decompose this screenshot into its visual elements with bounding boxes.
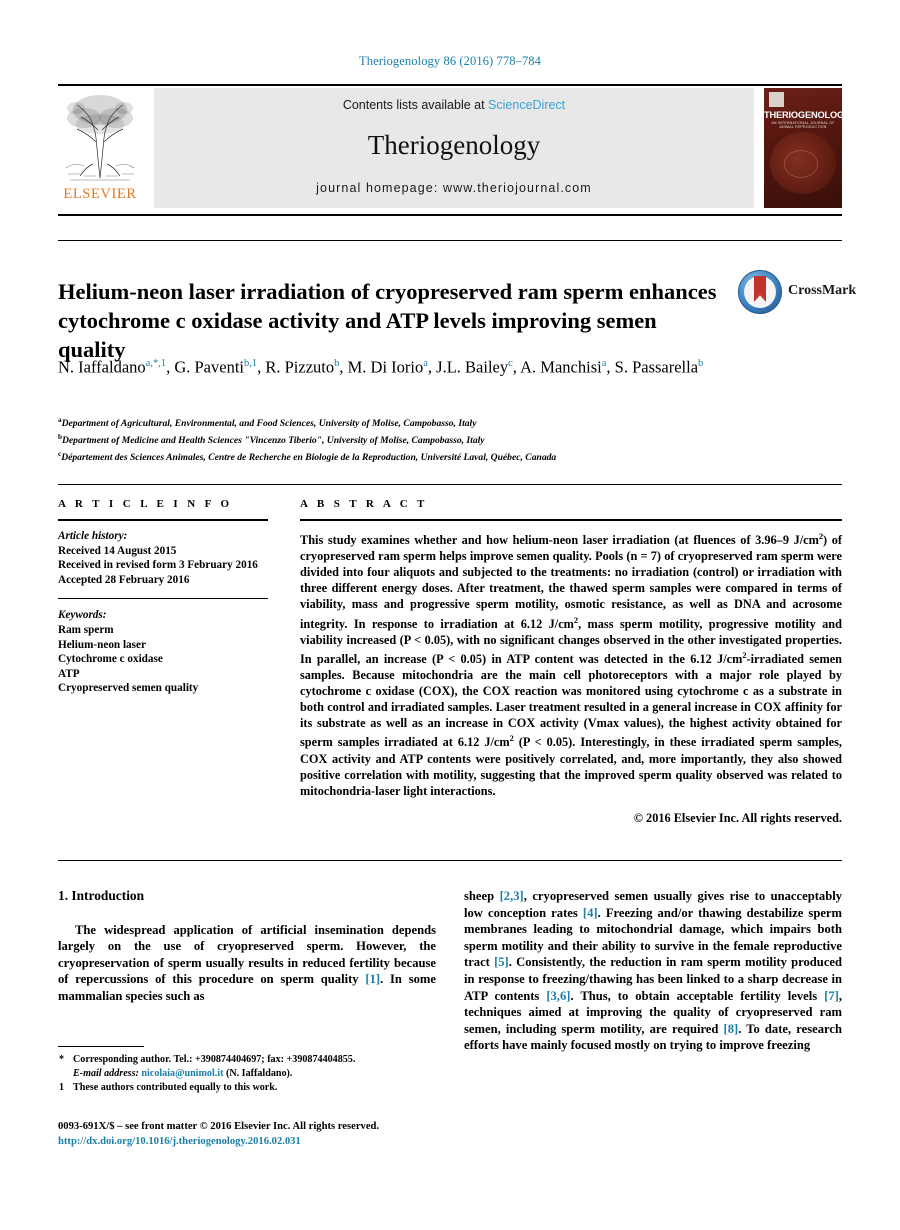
abstract-heading: A B S T R A C T [300, 498, 428, 510]
sciencedirect-link[interactable]: ScienceDirect [488, 98, 565, 112]
author-name: J.L. Bailey [436, 357, 509, 377]
footnote-corresponding-text: Corresponding author. Tel.: +39087440469… [73, 1054, 356, 1065]
author-affiliation-marker: a,*,1 [145, 358, 167, 369]
doi-link[interactable]: http://dx.doi.org/10.1016/j.theriogenolo… [58, 1135, 478, 1150]
title-rule [58, 240, 842, 241]
imprint-block: 0093-691X/$ – see front matter © 2016 El… [58, 1120, 478, 1149]
intro-paragraph-left: The widespread application of artificial… [58, 922, 436, 1003]
article-info-divider [58, 519, 268, 521]
author-affiliation-marker: c [508, 358, 513, 369]
footnote-mark-one: 1 [59, 1082, 65, 1093]
abstract-end-rule [58, 860, 842, 861]
journal-masthead: ELSEVIER Contents lists available at Sci… [58, 88, 842, 210]
unit-exponent: 2 [509, 734, 514, 744]
email-label: E-mail address: [73, 1068, 139, 1079]
unit-exponent: 2 [573, 615, 579, 625]
author-name: N. Iaffaldano [58, 357, 146, 377]
journal-cover-thumbnail[interactable]: THERIOGENOLOGY AN INTERNATIONAL JOURNAL … [764, 88, 842, 208]
affiliation-item: aDepartment of Agricultural, Environment… [58, 414, 798, 431]
citation-link[interactable]: [1] [365, 972, 380, 986]
crossmark-label: CrossMark [788, 283, 857, 298]
abstract-divider [300, 519, 842, 521]
article-history-label: Article history: [58, 530, 128, 542]
crossmark-badge[interactable]: CrossMark [738, 270, 856, 316]
history-item: Received 14 August 2015 [58, 544, 177, 557]
keywords-block: Keywords: Ram sperm Helium-neon laser Cy… [58, 608, 268, 696]
footnote-equal-contribution: 1 These authors contributed equally to t… [58, 1081, 438, 1095]
intro-left-column: 1. Introduction The widespread applicati… [58, 888, 436, 1005]
affiliation-item: bDepartment of Medicine and Health Scien… [58, 431, 798, 448]
affiliation-text: Department of Medicine and Health Scienc… [62, 434, 485, 446]
keyword-item: Ram sperm [58, 623, 114, 636]
keyword-item: Helium-neon laser [58, 638, 146, 651]
elsevier-wordmark: ELSEVIER [63, 186, 137, 202]
page-title: Helium-neon laser irradiation of cryopre… [58, 279, 717, 363]
citation-link[interactable]: [5] [494, 955, 509, 969]
affiliation-list: aDepartment of Agricultural, Environment… [58, 414, 798, 464]
footnote-block: * Corresponding author. Tel.: +390874404… [58, 1053, 438, 1095]
header-rule-top [58, 84, 842, 86]
article-history-block: Article history: Received 14 August 2015… [58, 529, 268, 587]
author-name: G. Paventi [174, 357, 244, 377]
running-head: Theriogenology 86 (2016) 778–784 [359, 54, 541, 68]
cover-subtitle-text: AN INTERNATIONAL JOURNAL OF ANIMAL REPRO… [771, 121, 835, 129]
history-item: Received in revised form 3 February 2016 [58, 559, 258, 572]
elsevier-logo[interactable]: ELSEVIER [58, 88, 142, 208]
footnote-rule [58, 1046, 144, 1047]
crossmark-icon [738, 270, 782, 314]
footnote-corresponding-author: * Corresponding author. Tel.: +390874404… [58, 1053, 438, 1081]
journal-homepage[interactable]: journal homepage: www.theriojournal.com [154, 181, 754, 195]
abstract-column: A B S T R A C T This study examines whet… [300, 498, 842, 826]
cover-artwork-ring [784, 150, 818, 178]
contents-prefix: Contents lists available at [342, 98, 489, 112]
author-name: A. Manchisi [520, 357, 602, 377]
citation-link[interactable]: [4] [583, 906, 598, 920]
author-affiliation-marker: b [698, 358, 704, 369]
author-affiliation-marker: a [601, 358, 607, 369]
copyright-line: © 2016 Elsevier Inc. All rights reserved… [633, 810, 842, 825]
footnote-mark-asterisk: * [59, 1054, 65, 1065]
info-rule [58, 484, 842, 485]
keyword-item: Cryopreserved semen quality [58, 682, 199, 695]
author-name: R. Pizzuto [265, 357, 335, 377]
citation-link[interactable]: [8] [724, 1022, 739, 1036]
keyword-item: ATP [58, 667, 80, 680]
abstract-text: This study examines whether and how heli… [300, 532, 842, 798]
author-name: S. Passarella [614, 357, 699, 377]
email-owner: (N. Iaffaldano). [225, 1068, 293, 1079]
footnote-equal-text: These authors contributed equally to thi… [73, 1082, 278, 1093]
author-affiliation-marker: a [423, 358, 428, 369]
keywords-divider [58, 598, 268, 600]
unit-exponent: 2 [818, 532, 824, 541]
author-affiliation-marker: b [334, 358, 340, 369]
citation-link[interactable]: [7] [824, 989, 839, 1003]
cover-logo-mark [769, 92, 784, 107]
affiliation-text: Department of Agricultural, Environmenta… [61, 418, 477, 430]
intro-paragraph-right: sheep [2,3], cryopreserved semen usually… [464, 889, 842, 1053]
contents-available-line: Contents lists available at ScienceDirec… [154, 98, 754, 112]
affiliation-text: Département des Sciences Animales, Centr… [61, 451, 557, 463]
keyword-item: Cytochrome c oxidase [58, 653, 163, 666]
keywords-label: Keywords: [58, 609, 107, 622]
unit-exponent: 2 [742, 650, 747, 660]
cover-title-text: THERIOGENOLOGY [764, 110, 842, 120]
issn-line: 0093-691X/$ – see front matter © 2016 El… [58, 1121, 380, 1132]
article-info-column: A R T I C L E I N F O Article history: R… [58, 498, 268, 696]
history-item: Accepted 28 February 2016 [58, 573, 190, 586]
author-list: N. Iaffaldanoa,*,1, G. Paventib,1, R. Pi… [58, 357, 704, 377]
article-first-page: Theriogenology 86 (2016) 778–784 ELSEVIE… [0, 0, 900, 1230]
email-link[interactable]: nicolaia@unimol.it [141, 1068, 223, 1079]
section-title-introduction: 1. Introduction [58, 888, 145, 903]
article-info-heading: A R T I C L E I N F O [58, 498, 233, 510]
citation-link[interactable]: [2,3] [500, 889, 524, 903]
affiliation-item: cDépartement des Sciences Animales, Cent… [58, 448, 798, 465]
author-affiliation-marker: b,1 [244, 358, 258, 369]
intro-right-column: sheep [2,3], cryopreserved semen usually… [464, 888, 842, 1054]
journal-title: Theriogenology [367, 130, 541, 160]
elsevier-tree-icon [60, 90, 140, 182]
citation-link[interactable]: [3,6] [546, 989, 570, 1003]
author-name: M. Di Iorio [347, 357, 424, 377]
header-rule-bottom [58, 214, 842, 216]
contents-box: Contents lists available at ScienceDirec… [154, 88, 754, 208]
